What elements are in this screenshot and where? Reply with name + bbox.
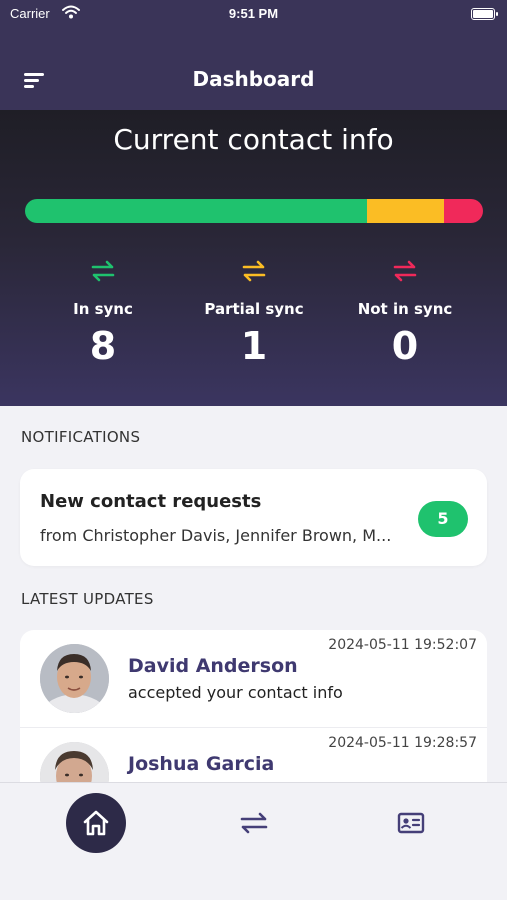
stat-value: 8 bbox=[89, 324, 117, 368]
stat-label: In sync bbox=[73, 300, 133, 318]
notifications-heading: NOTIFICATIONS bbox=[21, 428, 141, 446]
tab-home[interactable] bbox=[66, 793, 126, 853]
stat-value: 1 bbox=[240, 324, 268, 368]
battery-icon bbox=[471, 8, 498, 20]
update-action: accepted your contact info bbox=[128, 683, 343, 702]
notification-title: New contact requests bbox=[40, 491, 262, 512]
stat-partial-sync: Partial sync 1 bbox=[179, 258, 329, 368]
request-count-badge: 5 bbox=[418, 501, 468, 537]
contact-info-summary: Current contact info In sync 8 Partial s… bbox=[0, 110, 507, 406]
tab-bar bbox=[0, 782, 507, 900]
sync-icon bbox=[91, 260, 115, 282]
contact-name: Joshua Garcia bbox=[128, 753, 275, 775]
stat-label: Partial sync bbox=[204, 300, 304, 318]
status-time: 9:51 PM bbox=[228, 6, 279, 21]
stat-in-sync: In sync 8 bbox=[28, 258, 178, 368]
notification-subtitle: from Christopher Davis, Jennifer Brown, … bbox=[40, 526, 392, 545]
stat-not-in-sync: Not in sync 0 bbox=[330, 258, 480, 368]
contact-card-icon bbox=[397, 812, 425, 834]
sync-bar-partial-segment bbox=[366, 199, 444, 223]
update-timestamp: 2024-05-11 19:52:07 bbox=[328, 637, 477, 653]
home-icon bbox=[83, 810, 109, 836]
tab-sync[interactable] bbox=[224, 793, 284, 853]
latest-updates-heading: LATEST UPDATES bbox=[21, 590, 154, 608]
status-bar: Carrier 9:51 PM bbox=[0, 0, 507, 30]
summary-title: Current contact info bbox=[113, 123, 394, 156]
sync-status-bar bbox=[25, 199, 483, 223]
page-title: Dashboard bbox=[192, 67, 315, 91]
stat-value: 0 bbox=[391, 324, 419, 368]
tab-contact-card[interactable] bbox=[381, 793, 441, 853]
list-item[interactable]: 2024-05-11 19:52:07 David Anderson accep… bbox=[20, 630, 487, 727]
sync-bar-not-in-sync-segment bbox=[443, 199, 483, 223]
update-timestamp: 2024-05-11 19:28:57 bbox=[328, 735, 477, 751]
sync-icon bbox=[240, 812, 268, 834]
stat-label: Not in sync bbox=[357, 300, 453, 318]
contact-name: David Anderson bbox=[128, 655, 298, 677]
new-contact-requests-card[interactable]: New contact requests from Christopher Da… bbox=[20, 469, 487, 566]
sync-bar-in-sync-segment bbox=[25, 199, 367, 223]
sync-icon bbox=[242, 260, 266, 282]
avatar bbox=[40, 644, 109, 713]
sync-icon bbox=[393, 260, 417, 282]
nav-bar: Dashboard bbox=[0, 30, 507, 110]
